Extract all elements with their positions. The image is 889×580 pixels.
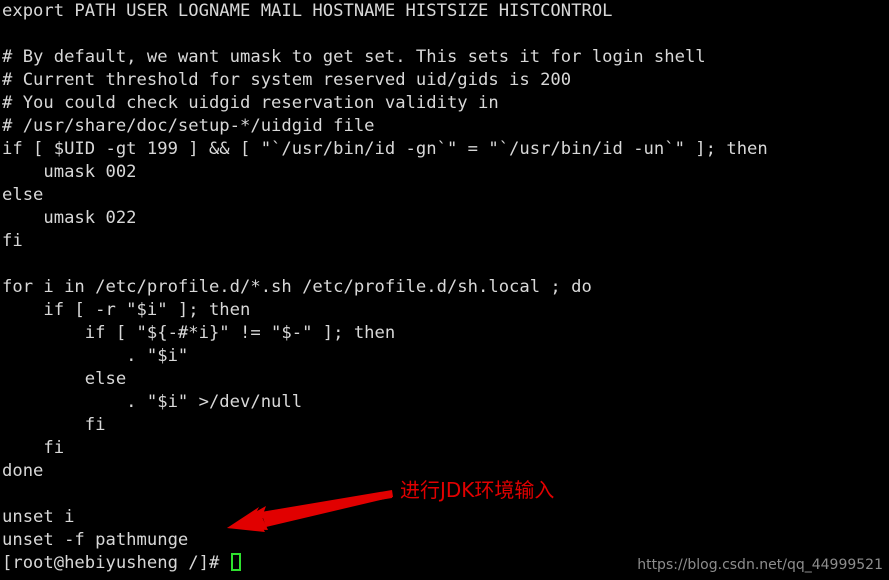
terminal-line: fi — [2, 231, 23, 251]
terminal-line: unset -f pathmunge — [2, 530, 189, 550]
terminal-line: # /usr/share/doc/setup-*/uidgid file — [2, 116, 375, 136]
watermark-text: https://blog.csdn.net/qq_44999521 — [637, 557, 883, 573]
terminal-line: if [ -r "$i" ]; then — [2, 300, 251, 320]
terminal-line: if [ "${-#*i}" != "$-" ]; then — [2, 323, 396, 343]
terminal-line: export PATH USER LOGNAME MAIL HOSTNAME H… — [2, 1, 613, 21]
terminal-line: # You could check uidgid reservation val… — [2, 93, 499, 113]
terminal-line: fi — [2, 438, 65, 458]
terminal-line: . "$i" >/dev/null — [2, 392, 303, 412]
text-cursor[interactable] — [230, 553, 241, 571]
terminal-line: else — [2, 185, 44, 205]
terminal-line: umask 022 — [2, 208, 137, 228]
terminal-line: for i in /etc/profile.d/*.sh /etc/profil… — [2, 277, 592, 297]
terminal-line: else — [2, 369, 127, 389]
terminal-screen: export PATH USER LOGNAME MAIL HOSTNAME H… — [0, 0, 889, 580]
terminal-line: umask 002 — [2, 162, 137, 182]
terminal-line: . "$i" — [2, 346, 189, 366]
terminal-line: unset i — [2, 507, 75, 527]
shell-prompt: [root@hebiyusheng /]# — [2, 553, 230, 573]
terminal-line: # By default, we want umask to get set. … — [2, 47, 706, 67]
terminal-line: fi — [2, 415, 106, 435]
terminal-line: # Current threshold for system reserved … — [2, 70, 572, 90]
terminal-line: if [ $UID -gt 199 ] && [ "`/usr/bin/id -… — [2, 139, 768, 159]
terminal-output[interactable]: export PATH USER LOGNAME MAIL HOSTNAME H… — [0, 0, 889, 580]
terminal-line: done — [2, 461, 44, 481]
